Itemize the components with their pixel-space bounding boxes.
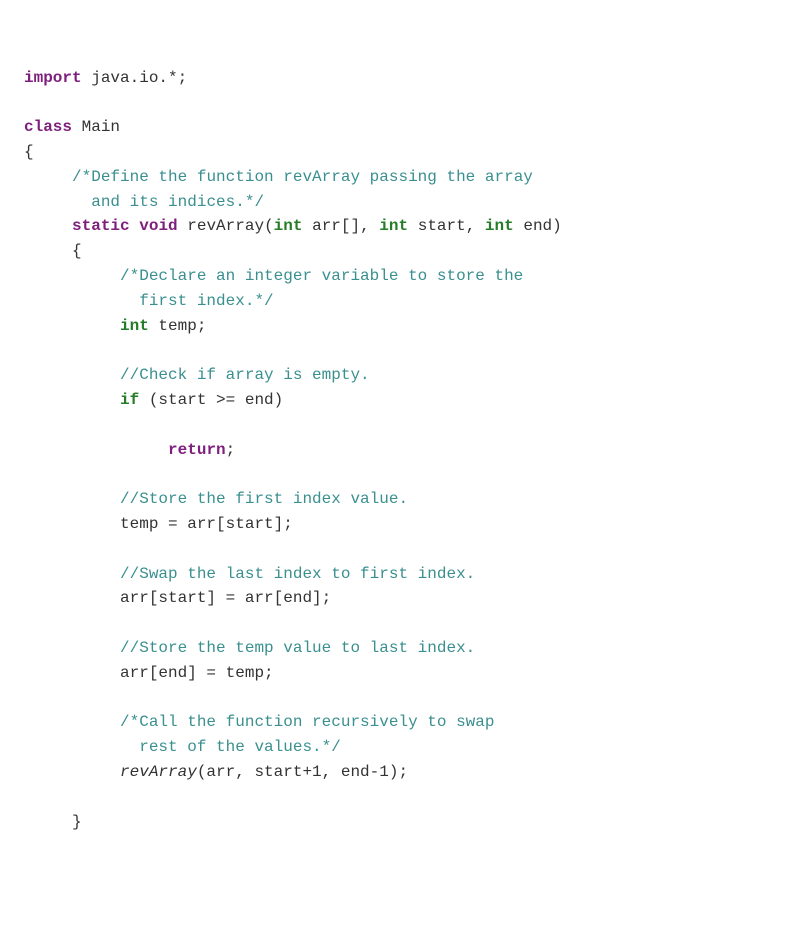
indent <box>24 366 120 384</box>
kw-int: int <box>120 317 149 335</box>
fn-name: revArray <box>187 217 264 235</box>
indent <box>24 391 120 409</box>
brace-open: { <box>24 143 34 161</box>
indent <box>24 763 120 781</box>
stmt: arr[end] = temp; <box>120 664 274 682</box>
comment: /*Define the function revArray passing t… <box>72 168 533 186</box>
kw-int: int <box>379 217 408 235</box>
kw-int: int <box>485 217 514 235</box>
indent <box>24 813 72 831</box>
comment: //Store the first index value. <box>120 490 408 508</box>
comment: and its indices.*/ <box>91 193 264 211</box>
comment: first index.*/ <box>139 292 273 310</box>
indent <box>24 242 72 260</box>
kw-if: if <box>120 391 139 409</box>
indent <box>24 713 120 731</box>
comment: //Check if array is empty. <box>120 366 370 384</box>
comment: rest of the values.*/ <box>139 738 341 756</box>
indent <box>24 639 120 657</box>
code-block: import java.io.*; class Main { /*Define … <box>24 66 776 835</box>
indent <box>24 267 120 285</box>
space <box>178 217 188 235</box>
indent <box>24 738 139 756</box>
fn-call: revArray <box>120 763 197 781</box>
brace-open: { <box>72 242 82 260</box>
indent <box>24 168 72 186</box>
comment: /*Declare an integer variable to store t… <box>120 267 523 285</box>
semi: ; <box>226 441 236 459</box>
cond: (start >= end) <box>139 391 283 409</box>
brace-close: } <box>72 813 82 831</box>
indent <box>24 292 139 310</box>
indent <box>24 515 120 533</box>
indent <box>24 490 120 508</box>
kw-class: class <box>24 118 72 136</box>
kw-import: import <box>24 69 82 87</box>
indent <box>24 317 120 335</box>
stmt: temp = arr[start]; <box>120 515 293 533</box>
stmt: arr[start] = arr[end]; <box>120 589 331 607</box>
kw-static: static <box>72 217 130 235</box>
comment: //Store the temp value to last index. <box>120 639 475 657</box>
kw-int: int <box>274 217 303 235</box>
space <box>130 217 140 235</box>
indent <box>24 565 120 583</box>
indent <box>24 217 72 235</box>
pkg-path: java.io.*; <box>82 69 188 87</box>
call-args: (arr, start+1, end-1); <box>197 763 408 781</box>
comment: /*Call the function recursively to swap <box>120 713 494 731</box>
indent <box>24 193 91 211</box>
comment: //Swap the last index to first index. <box>120 565 475 583</box>
paren-open: ( <box>264 217 274 235</box>
kw-return: return <box>168 441 226 459</box>
indent <box>24 441 168 459</box>
param: arr[], <box>302 217 379 235</box>
param: start, <box>408 217 485 235</box>
class-name: Main <box>72 118 120 136</box>
param: end) <box>514 217 562 235</box>
kw-void: void <box>139 217 177 235</box>
indent <box>24 589 120 607</box>
indent <box>24 664 120 682</box>
stmt: temp; <box>149 317 207 335</box>
